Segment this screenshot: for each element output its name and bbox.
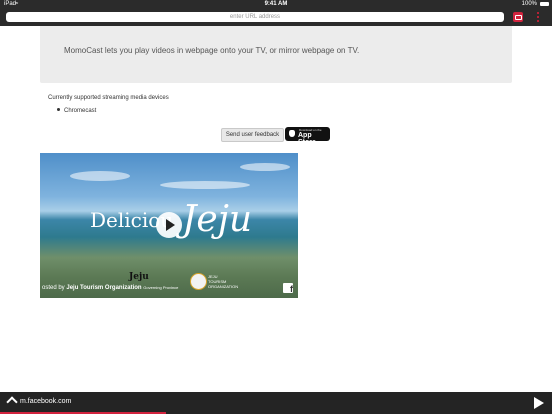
list-item: Chromecast xyxy=(57,108,96,114)
clock: 9:41 AM xyxy=(264,1,288,7)
more-vertical-icon[interactable] xyxy=(533,11,543,23)
play-button[interactable] xyxy=(156,212,182,238)
send-feedback-button[interactable]: Send user feedback xyxy=(221,128,284,142)
jeju-small-logo: Jeju xyxy=(129,272,149,282)
facebook-icon[interactable]: f xyxy=(283,283,293,294)
apple-icon xyxy=(289,130,295,137)
status-bar: iPad ≈ 9:41 AM 100% xyxy=(0,0,552,9)
device-name: Chromecast xyxy=(64,108,97,114)
video-title-part2: Jeju xyxy=(182,199,253,240)
battery-percent: 100% xyxy=(521,1,537,7)
chevron-up-icon[interactable] xyxy=(6,396,18,408)
app-store-badge[interactable]: Download on the App Store xyxy=(285,127,330,146)
devices-heading: Currently supported streaming media devi… xyxy=(48,95,169,101)
bottom-bar: m.facebook.com xyxy=(0,392,552,414)
play-icon[interactable] xyxy=(534,397,544,409)
current-url: m.facebook.com xyxy=(20,398,72,405)
info-text: MomoCast lets you play videos in webpage… xyxy=(64,46,360,55)
url-input[interactable]: enter URL address xyxy=(6,12,504,22)
organization-logo-text: JEJU TOURISM ORGANIZATION xyxy=(208,274,239,289)
bullet-icon xyxy=(57,108,60,111)
browser-top-bar: iPad ≈ 9:41 AM 100% enter URL address xyxy=(0,0,552,26)
appstore-big-text: App Store xyxy=(298,132,316,146)
cast-button[interactable] xyxy=(513,12,523,22)
info-banner: MomoCast lets you play videos in webpage… xyxy=(40,26,512,83)
organization-logo-icon xyxy=(190,273,207,290)
video-player[interactable]: Deliciou Jeju Jeju JEJU TOURISM ORGANIZA… xyxy=(40,153,298,298)
battery-icon xyxy=(540,2,549,6)
video-caption: osted by Jeju Tourism Organization Gover… xyxy=(42,285,179,291)
